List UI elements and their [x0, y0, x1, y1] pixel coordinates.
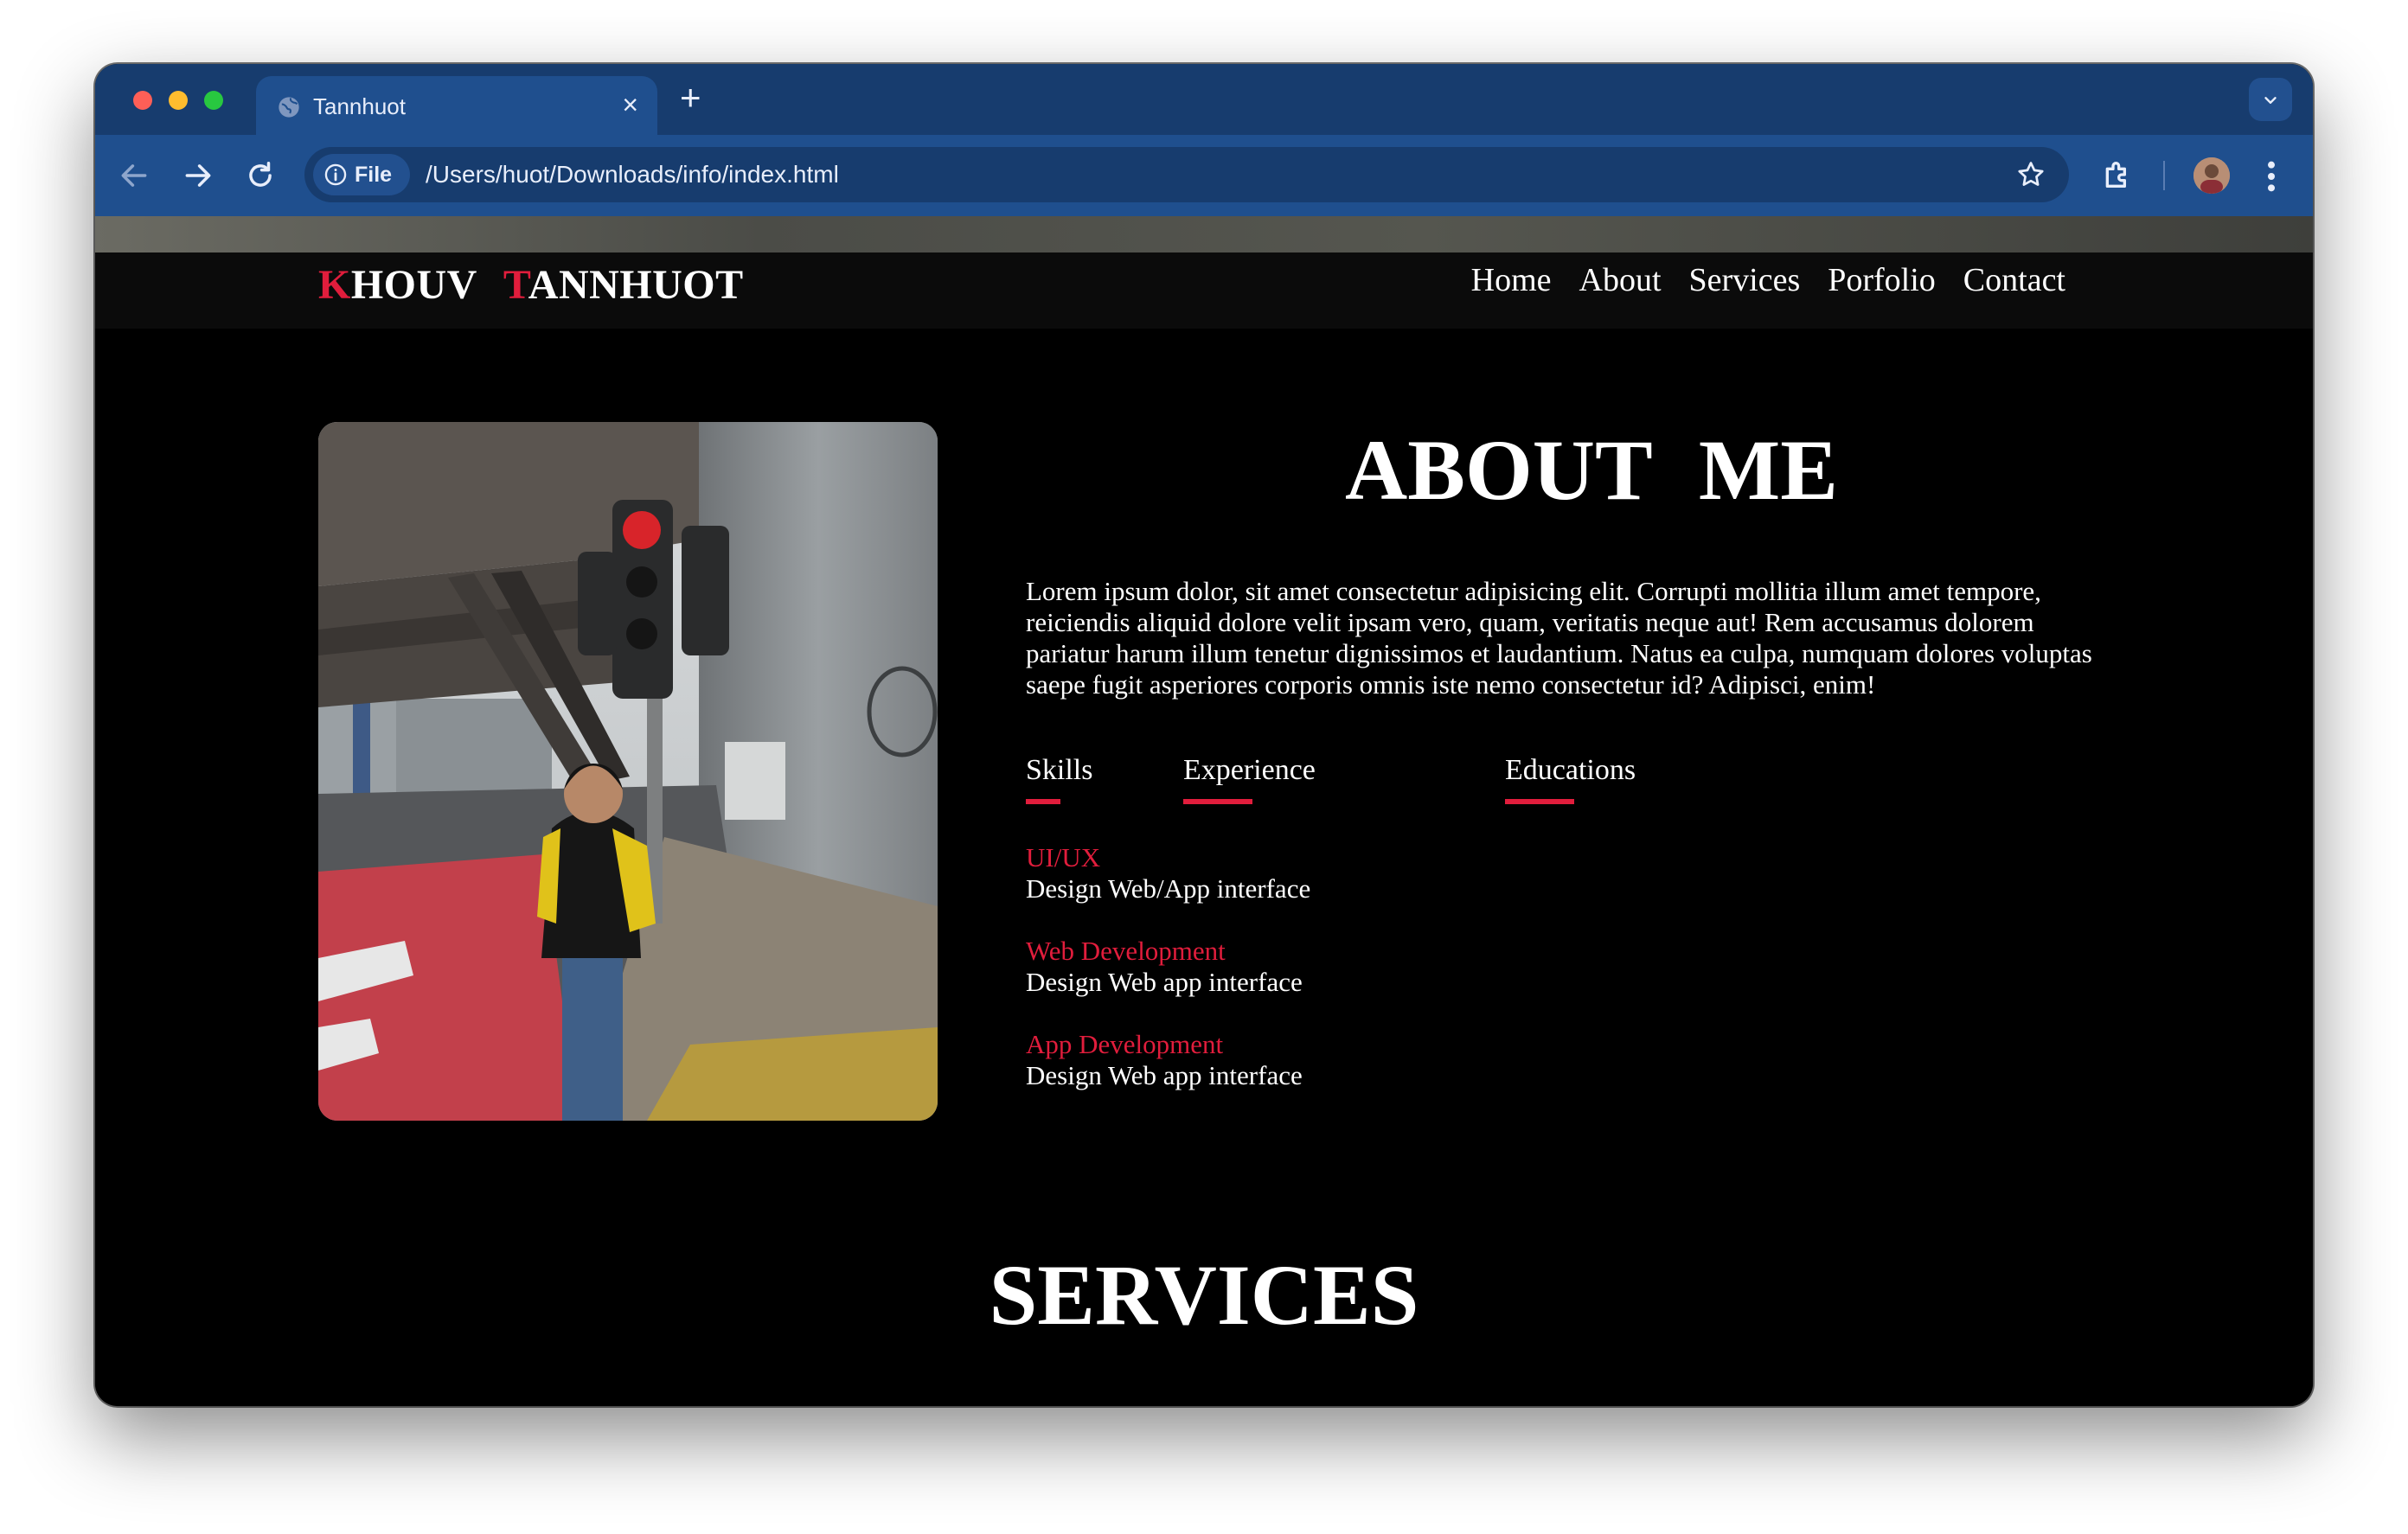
about-title: ABOUT ME — [1345, 422, 1838, 518]
skill-name: Web Development — [1026, 936, 1226, 966]
about-paragraph: Lorem ipsum dolor, sit amet consectetur … — [1026, 576, 2092, 700]
skill-description: Design Web app interface — [1026, 967, 1303, 997]
skill-name: App Development — [1026, 1029, 1224, 1059]
new-tab-button[interactable]: + — [680, 80, 701, 116]
browser-tab-active[interactable]: Tannhuot × — [256, 76, 657, 135]
site-logo[interactable]: KHOUV TANNHUOT — [318, 261, 744, 309]
kebab-menu-icon[interactable] — [2264, 159, 2278, 194]
header-background-image — [95, 216, 2313, 252]
tab-underline — [1183, 799, 1252, 804]
nav-contact-link[interactable]: Contact — [1963, 261, 2065, 299]
avatar-image — [2193, 157, 2230, 194]
site-nav-links: Home About Services Porfolio Contact — [1471, 261, 2065, 299]
nav-portfolio-link[interactable]: Porfolio — [1828, 261, 1936, 299]
nav-about-link[interactable]: About — [1579, 261, 1662, 299]
globe-icon — [279, 97, 299, 118]
address-bar[interactable]: File /Users/huot/Downloads/info/index.ht… — [304, 147, 2069, 202]
tab-skills-label: Skills — [1026, 754, 1093, 786]
site-info-chip[interactable]: File — [313, 154, 410, 195]
skill-item: App Development Design Web app interface — [1026, 1029, 1303, 1091]
extensions-icon[interactable] — [2100, 157, 2135, 192]
skill-item: Web Development Design Web app interface — [1026, 936, 1303, 998]
toolbar-divider — [2163, 161, 2165, 190]
tab-search-button[interactable] — [2249, 78, 2292, 121]
site-chip-label: File — [355, 163, 393, 187]
profile-photo — [318, 422, 938, 1121]
chevron-down-icon — [2264, 96, 2277, 104]
url-text[interactable]: /Users/huot/Downloads/info/index.html — [426, 161, 839, 189]
tab-educations-label: Educations — [1505, 754, 1636, 786]
nav-home-link[interactable]: Home — [1471, 261, 1552, 299]
logo-initial-first: K — [318, 262, 351, 308]
services-title: SERVICES — [989, 1247, 1419, 1343]
logo-initial-last: T — [503, 262, 528, 308]
tab-title: Tannhuot — [313, 93, 406, 119]
tab-skills[interactable]: Skills — [1026, 754, 1093, 804]
nav-services-link[interactable]: Services — [1689, 261, 1801, 299]
skill-description: Design Web app interface — [1026, 1060, 1303, 1090]
skill-item: UI/UX Design Web/App interface — [1026, 842, 1310, 904]
tab-strip: Tannhuot × + — [95, 64, 2313, 135]
logo-first-name: HOUV — [350, 262, 477, 308]
tab-experience-label: Experience — [1183, 754, 1316, 786]
tab-close-icon[interactable]: × — [622, 88, 638, 121]
back-arrow-icon[interactable] — [118, 159, 150, 192]
tab-underline — [1026, 799, 1060, 804]
forward-arrow-icon[interactable] — [182, 159, 215, 192]
close-window-button[interactable] — [133, 91, 152, 110]
reload-icon[interactable] — [244, 159, 277, 192]
profile-avatar[interactable] — [2193, 157, 2230, 194]
bookmark-star-icon[interactable] — [2015, 159, 2046, 190]
tab-educations[interactable]: Educations — [1505, 754, 1636, 804]
browser-window: Tannhuot × + File /Users/huot/Downloads/… — [95, 64, 2313, 1406]
minimize-window-button[interactable] — [169, 91, 188, 110]
browser-toolbar: File /Users/huot/Downloads/info/index.ht… — [95, 135, 2313, 216]
logo-last-name: ANNHUOT — [528, 262, 744, 308]
tab-experience[interactable]: Experience — [1183, 754, 1316, 804]
skill-name: UI/UX — [1026, 842, 1101, 872]
maximize-window-button[interactable] — [204, 91, 223, 110]
web-page: KHOUV TANNHUOT Home About Services Porfol… — [95, 216, 2313, 1406]
tab-underline — [1505, 799, 1574, 804]
site-navbar: KHOUV TANNHUOT Home About Services Porfol… — [95, 252, 2313, 329]
info-icon — [324, 163, 347, 186]
skill-description: Design Web/App interface — [1026, 873, 1311, 904]
